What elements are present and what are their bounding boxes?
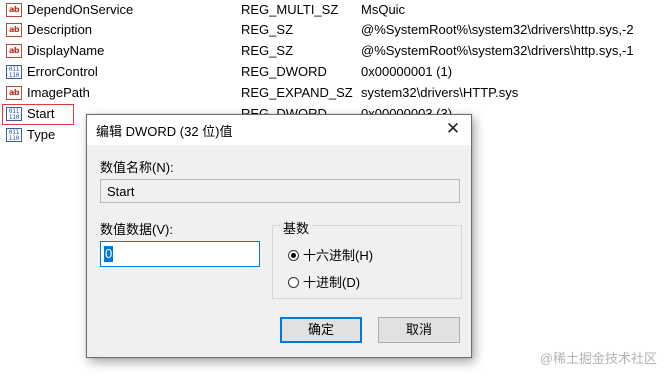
value-name-label: 数值名称(N): <box>100 160 174 175</box>
binary-value-icon: 011 110 <box>6 128 22 142</box>
value-data: @%SystemRoot%\system32\drivers\http.sys,… <box>361 43 634 58</box>
value-name: Description <box>27 22 93 37</box>
start-highlight-annotation <box>2 104 74 125</box>
value-data-label: 数值数据(V): <box>100 222 173 237</box>
base-group-label: 基数 <box>280 218 313 237</box>
value-data-text: 0 <box>104 246 114 262</box>
value-name: ErrorControl <box>27 64 98 79</box>
value-name: Type <box>27 127 56 142</box>
radio-hex[interactable]: 十六进制(H) <box>288 245 373 264</box>
registry-row-imagepath[interactable]: ab ImagePath REG_EXPAND_SZ system32\driv… <box>0 83 667 104</box>
dialog-body: 数值名称(N): Start 数值数据(V): 0 基数 十六进制(H) 十进制… <box>87 145 471 357</box>
value-name-field: Start <box>100 179 460 203</box>
edit-dword-dialog: 编辑 DWORD (32 位)值 ✕ 数值名称(N): Start 数值数据(V… <box>86 114 472 358</box>
registry-row-displayname[interactable]: ab DisplayName REG_SZ @%SystemRoot%\syst… <box>0 41 667 62</box>
value-type: REG_MULTI_SZ <box>241 2 339 17</box>
close-icon[interactable]: ✕ <box>441 118 465 140</box>
value-name: DependOnService <box>27 2 134 17</box>
radio-selected-icon <box>288 250 299 261</box>
value-name: DisplayName <box>27 43 105 58</box>
watermark: @稀土掘金技术社区 <box>539 351 657 366</box>
ok-button[interactable]: 确定 <box>280 317 362 343</box>
radio-hex-label: 十六进制(H) <box>303 248 374 263</box>
binary-value-icon: 011 110 <box>6 65 22 79</box>
value-type: REG_SZ <box>241 22 294 37</box>
value-data: 0x00000001 (1) <box>361 64 453 79</box>
value-type: REG_SZ <box>241 43 294 58</box>
radio-decimal-label: 十进制(D) <box>303 275 361 290</box>
value-data-input[interactable]: 0 <box>100 241 260 267</box>
registry-row-description[interactable]: ab Description REG_SZ @%SystemRoot%\syst… <box>0 20 667 41</box>
string-value-icon: ab <box>6 3 22 17</box>
radio-decimal[interactable]: 十进制(D) <box>288 272 360 291</box>
cancel-button[interactable]: 取消 <box>378 317 460 343</box>
registry-row-dependonservice[interactable]: ab DependOnService REG_MULTI_SZ MsQuic <box>0 0 667 21</box>
dialog-title: 编辑 DWORD (32 位)值 <box>96 124 233 139</box>
value-data: MsQuic <box>361 2 406 17</box>
string-value-icon: ab <box>6 23 22 37</box>
value-name: ImagePath <box>27 85 90 100</box>
registry-row-errorcontrol[interactable]: 011 110 ErrorControl REG_DWORD 0x0000000… <box>0 62 667 83</box>
value-type: REG_EXPAND_SZ <box>241 85 353 100</box>
string-value-icon: ab <box>6 44 22 58</box>
string-value-icon: ab <box>6 86 22 100</box>
value-data: system32\drivers\HTTP.sys <box>361 85 519 100</box>
value-type: REG_DWORD <box>241 64 327 79</box>
radio-unselected-icon <box>288 277 299 288</box>
value-data: @%SystemRoot%\system32\drivers\http.sys,… <box>361 22 634 37</box>
